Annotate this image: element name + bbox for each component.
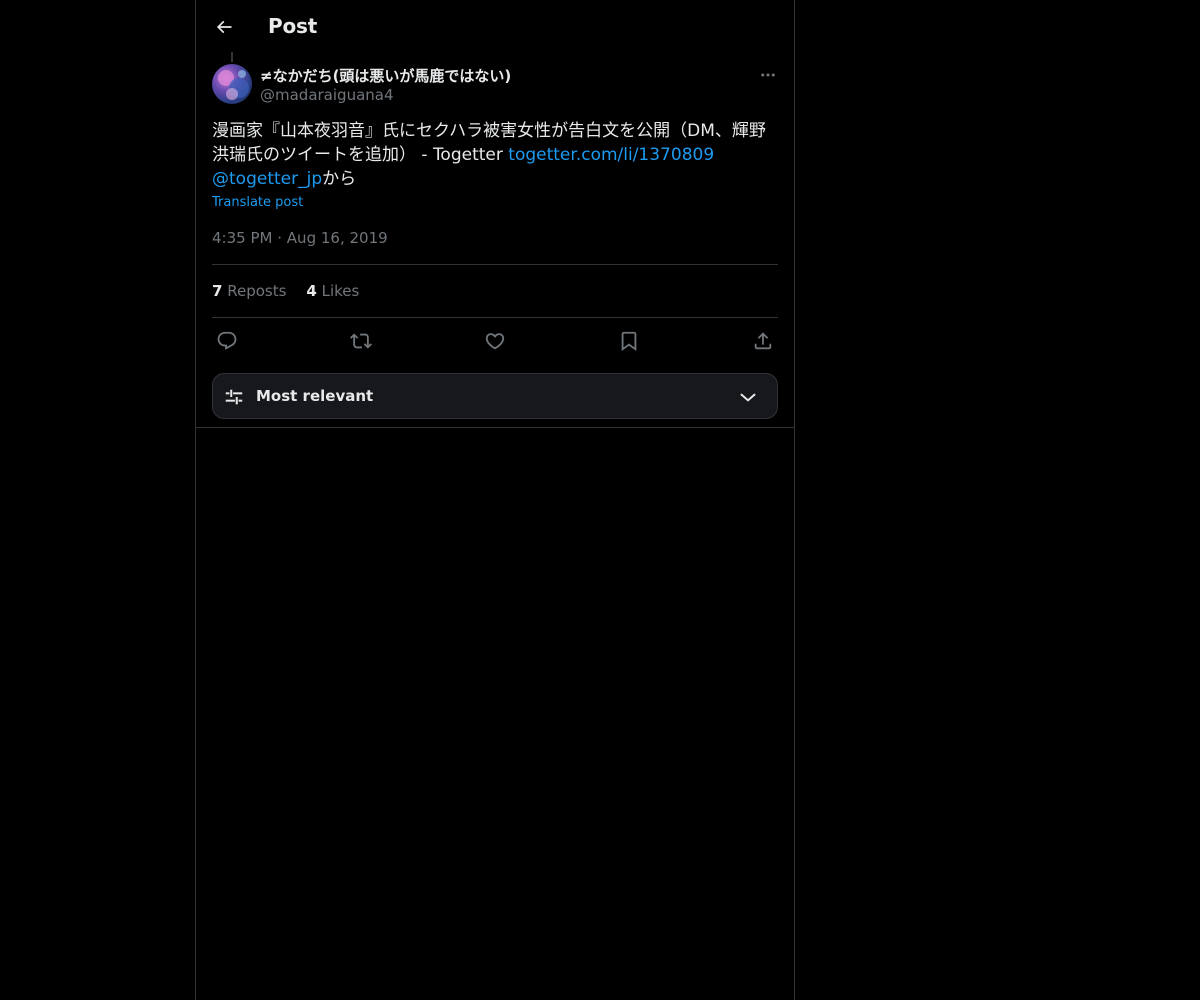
arrow-left-icon [214,17,234,37]
reposts-stat[interactable]: 7 Reposts [212,282,286,300]
divider [212,317,778,318]
likes-stat[interactable]: 4 Likes [306,282,359,300]
sort-label: Most relevant [256,387,374,405]
replies-sort-dropdown[interactable]: Most relevant [212,373,778,419]
likes-label: Likes [321,282,360,300]
reply-icon [216,330,238,352]
repost-icon [350,330,372,352]
author-display-name[interactable]: ≠なかだち(頭は悪いが馬鹿ではない) [260,65,511,86]
post-timestamp[interactable]: 4:35 PM · Aug 16, 2019 [212,229,388,247]
like-icon [484,330,506,352]
sliders-icon [223,386,245,408]
divider [212,264,778,265]
post-link[interactable]: togetter.com/li/1370809 [508,145,714,165]
repost-button[interactable] [346,326,376,356]
post-mention[interactable]: @togetter_jp [212,169,322,189]
post-text: 漫画家『山本夜羽音』氏にセクハラ被害女性が告白文を公開（DM、輝野洪瑞氏のツイー… [212,119,778,191]
chevron-down-icon [737,387,759,407]
reposts-count: 7 [212,282,223,300]
likes-count: 4 [306,282,317,300]
page-header: Post [196,0,794,54]
post-time: 4:35 PM [212,229,273,247]
post-date: Aug 16, 2019 [286,229,388,247]
translate-post-link[interactable]: Translate post [212,195,303,210]
like-button[interactable] [480,326,510,356]
page-title: Post [268,14,318,38]
post-actions-bar [212,326,778,356]
post-stats: 7 Reposts 4 Likes [212,282,359,300]
back-button[interactable] [208,11,240,43]
reposts-label: Reposts [227,282,287,300]
post-suffix-text: から [322,169,357,189]
more-options-button[interactable] [754,64,782,86]
divider [196,427,794,428]
share-icon [752,330,774,352]
timestamp-separator: · [277,229,283,247]
main-column: Post ≠なかだち(頭は悪いが馬鹿ではない) @madaraiguana4 漫… [195,0,795,1000]
share-button[interactable] [748,326,778,356]
reply-button[interactable] [212,326,242,356]
bookmark-icon [618,330,640,352]
avatar[interactable] [212,64,252,104]
more-horizontal-icon [759,66,777,84]
bookmark-button[interactable] [614,326,644,356]
thread-connector-line [231,52,233,62]
author-handle[interactable]: @madaraiguana4 [260,86,394,104]
